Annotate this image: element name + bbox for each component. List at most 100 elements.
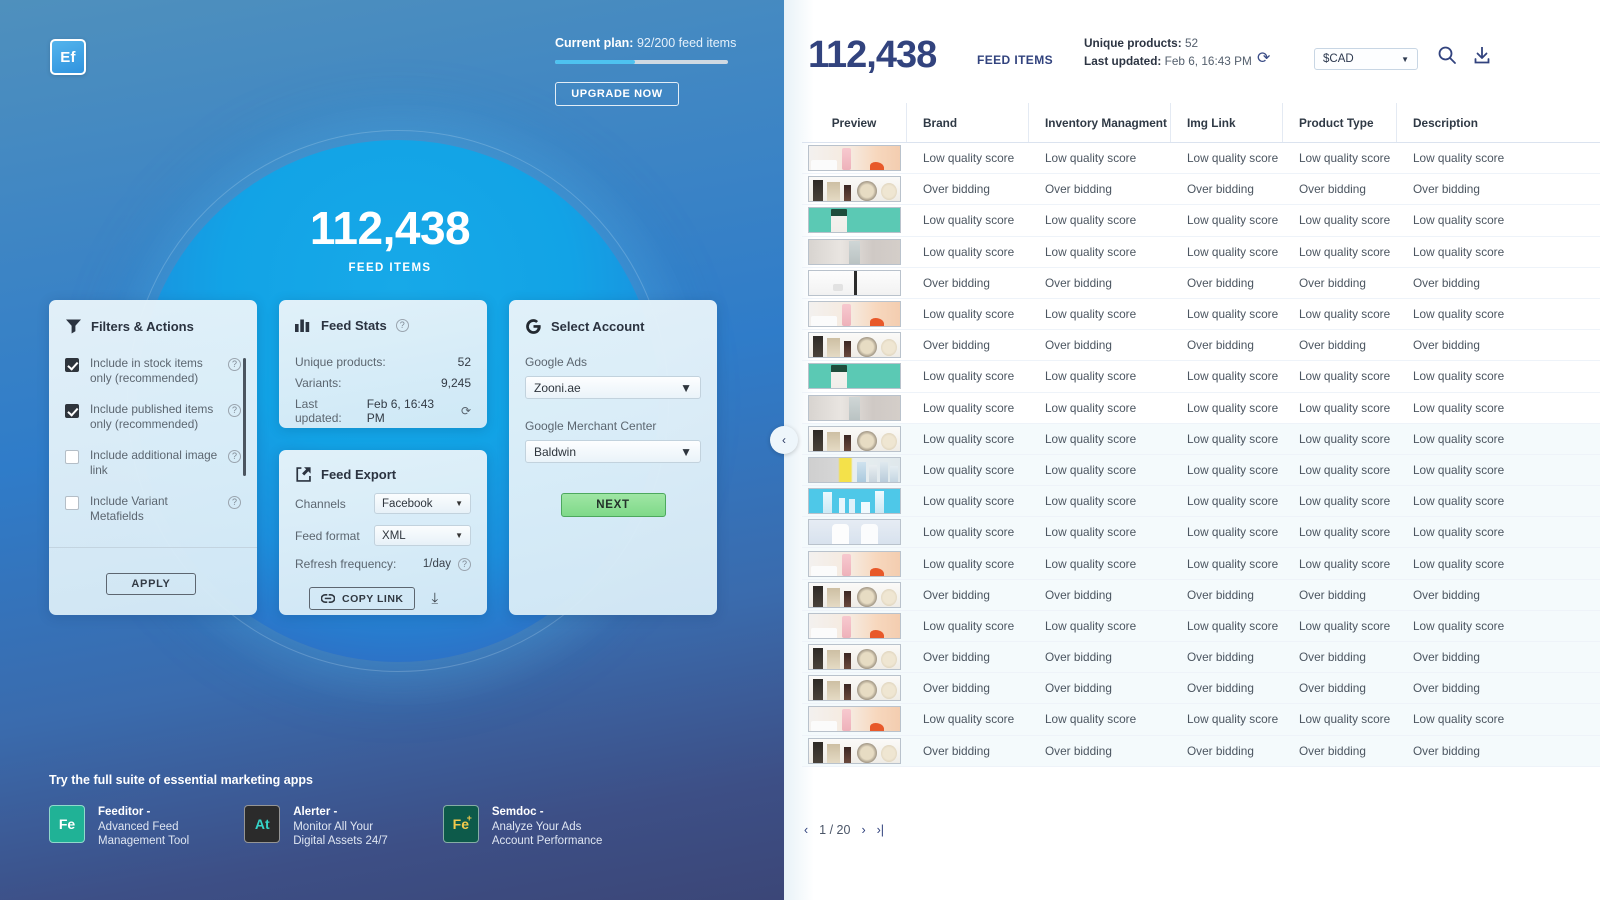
- status-cell: Low quality score: [1413, 462, 1505, 477]
- table-row[interactable]: Over bidding Over bidding Over bidding Over…: [802, 642, 1600, 674]
- preview-cell: [802, 238, 906, 265]
- status-cell: Over bidding: [923, 743, 990, 758]
- table-row[interactable]: Low quality score Low quality score Low qu…: [802, 486, 1600, 518]
- filter-list: Include in stock items only (recommended…: [65, 356, 246, 524]
- help-icon[interactable]: ?: [458, 557, 471, 571]
- suite-app[interactable]: At Alerter - Monitor All Your Digital Asset…: [244, 805, 388, 849]
- table-row[interactable]: Low quality score Low quality score Low qu…: [802, 704, 1600, 736]
- filter-checkbox[interactable]: [65, 358, 79, 372]
- table-row[interactable]: Low quality score Low quality score Low qu…: [802, 517, 1600, 549]
- column-header[interactable]: Img Link: [1170, 103, 1282, 142]
- table-row[interactable]: Low quality score Low quality score Low qu…: [802, 393, 1600, 424]
- suite-app-superscript: +: [466, 813, 472, 823]
- help-icon[interactable]: ?: [228, 496, 241, 509]
- google-ads-select[interactable]: Zooni.ae ▼: [525, 376, 701, 399]
- preview-cell: [802, 612, 906, 639]
- preview-cell: [802, 488, 906, 515]
- table-row[interactable]: Low quality score Low quality score Low qu…: [802, 237, 1600, 268]
- table-row[interactable]: Over bidding Over bidding Over bidding Over…: [802, 330, 1600, 362]
- table-row[interactable]: Low quality score Low quality score Low qu…: [802, 548, 1600, 580]
- copy-link-button[interactable]: COPY LINK: [309, 587, 416, 610]
- table-row[interactable]: Low quality score Low quality score Low qu…: [802, 361, 1600, 393]
- column-header[interactable]: Brand: [906, 103, 1028, 142]
- suite-app-icon: At: [244, 805, 281, 843]
- column-header[interactable]: Preview: [802, 103, 906, 142]
- status-cell: Over bidding: [1187, 681, 1254, 696]
- table-row[interactable]: Low quality score Low quality score Low qu…: [802, 205, 1600, 237]
- export-icon: [296, 467, 311, 482]
- suite-title: Try the full suite of essential marketin…: [49, 773, 313, 787]
- search-icon[interactable]: [1437, 45, 1457, 70]
- table-row[interactable]: Over bidding Over bidding Over bidding Over…: [802, 735, 1600, 767]
- column-header[interactable]: Inventory Managment: [1028, 103, 1170, 142]
- product-thumbnail: [808, 176, 901, 203]
- filter-row[interactable]: Include Variant Metafields?: [65, 494, 241, 524]
- suite-app-line2: Digital Assets 24/7: [293, 835, 388, 847]
- status-cell: Low quality score: [923, 494, 1015, 509]
- filter-checkbox[interactable]: [65, 496, 79, 510]
- stat-value: 52: [457, 355, 471, 369]
- plan-label: Current plan:: [555, 36, 634, 50]
- apply-button[interactable]: APPLY: [106, 573, 196, 595]
- app-logo[interactable]: Ef: [50, 39, 86, 75]
- status-cell: Over bidding: [1045, 182, 1112, 197]
- status-cell: Over bidding: [1045, 681, 1112, 696]
- table-row[interactable]: Low quality score Low quality score Low qu…: [802, 423, 1600, 455]
- table-row[interactable]: Over bidding Over bidding Over bidding Over…: [802, 579, 1600, 611]
- refresh-icon[interactable]: ⟳: [1257, 48, 1270, 68]
- table-row[interactable]: Low quality score Low quality score Low qu…: [802, 143, 1600, 175]
- suite-app[interactable]: Fe + Semdoc - Analyze Your Ads Account Perfo…: [442, 805, 602, 849]
- prev-page-button[interactable]: ‹: [804, 823, 808, 837]
- channels-row: Channels Facebook ▼: [295, 493, 471, 514]
- help-icon[interactable]: ?: [395, 319, 409, 332]
- status-cell: Low quality score: [1299, 244, 1391, 259]
- upgrade-now-button[interactable]: UPGRADE NOW: [555, 82, 679, 106]
- filter-checkbox[interactable]: [65, 450, 79, 464]
- cards-row: Filters & Actions Include in stock items…: [49, 300, 717, 615]
- download-icon[interactable]: ⤓: [431, 590, 438, 607]
- table-row[interactable]: Low quality score Low quality score Low qu…: [802, 610, 1600, 642]
- unique-products-label: Unique products:: [1084, 36, 1182, 50]
- next-page-button[interactable]: ›: [861, 823, 865, 837]
- export-actions: COPY LINK ⤓: [295, 587, 471, 610]
- status-cell: Over bidding: [1299, 182, 1366, 197]
- last-updated-value: Feb 6, 16:43 PM: [1164, 54, 1252, 68]
- channels-select[interactable]: Facebook ▼: [374, 493, 471, 514]
- table-row[interactable]: Low quality score Low quality score Low qu…: [802, 299, 1600, 331]
- download-icon[interactable]: [1472, 45, 1492, 70]
- format-select[interactable]: XML ▼: [374, 525, 471, 546]
- table-row[interactable]: Over bidding Over bidding Over bidding Over…: [802, 673, 1600, 705]
- status-cell: Low quality score: [1045, 307, 1137, 322]
- plan-progress-fill: [555, 60, 635, 64]
- column-header[interactable]: Description: [1396, 103, 1600, 142]
- help-icon[interactable]: ?: [228, 450, 241, 463]
- filter-row[interactable]: Include in stock items only (recommended…: [65, 356, 241, 386]
- middle-cards-column: Feed Stats ? Unique products: 52 Variants:…: [279, 300, 487, 615]
- last-page-button[interactable]: ›|: [877, 823, 884, 837]
- suite-app[interactable]: Fe Feeditor - Advanced Feed Management Tool: [49, 805, 189, 849]
- status-cell: Low quality score: [1413, 213, 1505, 228]
- table-row[interactable]: Low quality score Low quality score Low qu…: [802, 454, 1600, 487]
- help-icon[interactable]: ?: [228, 358, 241, 371]
- stat-key: Last updated:: [295, 397, 342, 425]
- table-row[interactable]: Over bidding Over bidding Over bidding Over…: [802, 268, 1600, 299]
- collapse-panel-button[interactable]: ‹: [770, 426, 798, 454]
- app-logo-text: Ef: [60, 48, 76, 66]
- filter-checkbox[interactable]: [65, 404, 79, 418]
- status-cell: Low quality score: [1299, 431, 1391, 446]
- filter-row[interactable]: Include additional image link?: [65, 448, 241, 478]
- help-icon[interactable]: ?: [228, 404, 241, 417]
- table-row[interactable]: Over bidding Over bidding Over bidding Over…: [802, 174, 1600, 206]
- gmc-select[interactable]: Baldwin ▼: [525, 440, 701, 463]
- product-thumbnail: [808, 488, 901, 515]
- next-button[interactable]: NEXT: [560, 493, 666, 517]
- refresh-icon[interactable]: ⟳: [461, 404, 471, 418]
- currency-select[interactable]: $CAD ▼: [1314, 48, 1418, 70]
- refresh-frequency-value: 1/day: [422, 558, 451, 570]
- unique-products-value: 52: [1184, 36, 1199, 50]
- status-cell: Low quality score: [1413, 244, 1505, 259]
- column-header[interactable]: Product Type: [1282, 103, 1396, 142]
- filters-scrollbar[interactable]: [243, 358, 246, 476]
- filter-row[interactable]: Include published items only (recommende…: [65, 402, 241, 432]
- suite-app-line1: Analyze Your Ads: [491, 820, 582, 833]
